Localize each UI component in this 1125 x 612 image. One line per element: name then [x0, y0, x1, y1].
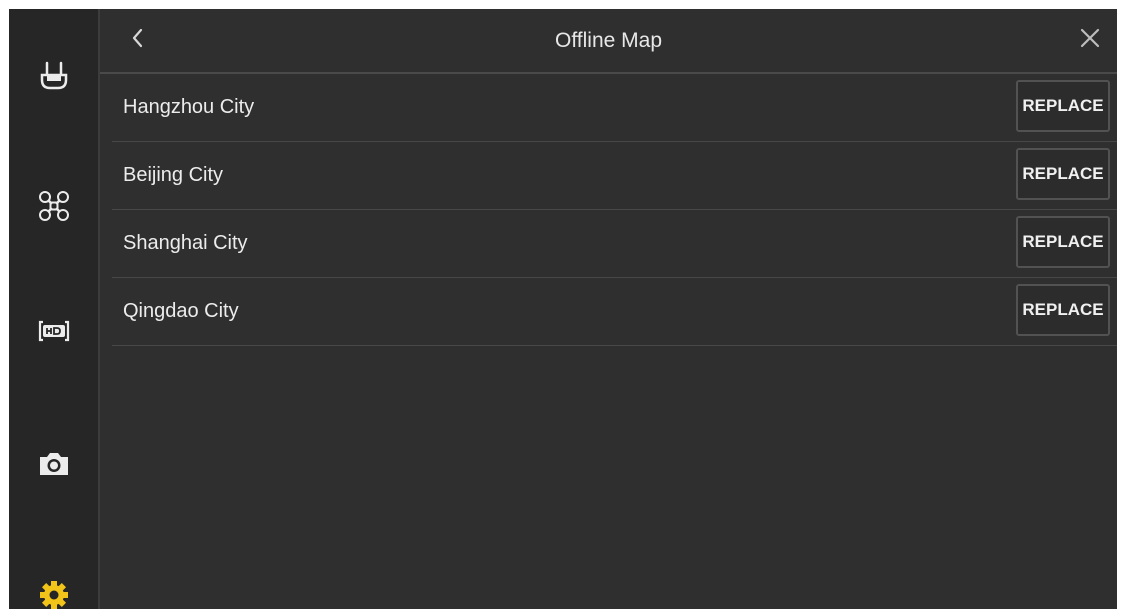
- list-item-shanghai: Shanghai City REPLACE: [112, 210, 1117, 278]
- replace-button-shanghai[interactable]: REPLACE: [1016, 216, 1110, 268]
- page-title: Offline Map: [555, 29, 662, 52]
- sidebar-item-camera[interactable]: [9, 434, 98, 494]
- gear-icon: [39, 580, 69, 609]
- sidebar-item-remote-controller[interactable]: [9, 46, 98, 106]
- city-name: Shanghai City: [123, 232, 248, 254]
- close-button[interactable]: [1073, 23, 1107, 57]
- sidebar: [9, 9, 100, 609]
- drone-icon: [38, 190, 70, 222]
- replace-button-qingdao[interactable]: REPLACE: [1016, 284, 1110, 336]
- sidebar-item-settings[interactable]: [9, 565, 98, 609]
- replace-button-hangzhou[interactable]: REPLACE: [1016, 80, 1110, 132]
- close-icon: [1079, 27, 1101, 54]
- sidebar-item-aircraft[interactable]: [9, 176, 98, 236]
- city-name: Beijing City: [123, 164, 224, 186]
- panel-header: Offline Map: [100, 9, 1117, 74]
- list-item-hangzhou: Hangzhou City REPLACE: [112, 74, 1117, 142]
- remote-controller-icon: [40, 61, 68, 91]
- hd-transmission-icon: [38, 320, 70, 342]
- app-window: Offline Map Hangzhou City REPLACE Beijin…: [9, 9, 1117, 609]
- list-item-qingdao: Qingdao City REPLACE: [112, 278, 1117, 346]
- offline-map-panel: Offline Map Hangzhou City REPLACE Beijin…: [100, 9, 1117, 609]
- city-list: Hangzhou City REPLACE Beijing City REPLA…: [112, 74, 1117, 346]
- sidebar-item-hd-transmission[interactable]: [9, 301, 98, 361]
- list-item-beijing: Beijing City REPLACE: [112, 142, 1117, 210]
- replace-button-beijing[interactable]: REPLACE: [1016, 148, 1110, 200]
- city-name: Hangzhou City: [123, 96, 255, 118]
- city-name: Qingdao City: [123, 300, 239, 322]
- camera-icon: [37, 450, 71, 478]
